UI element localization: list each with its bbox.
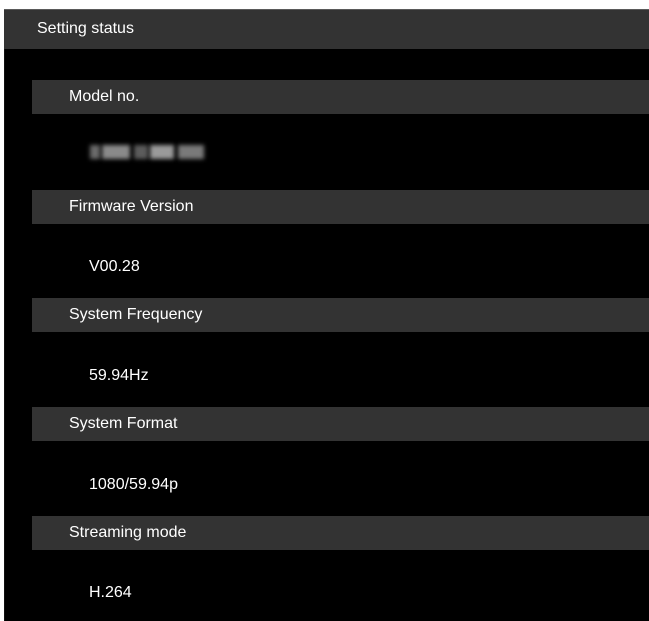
section-streaming-mode: Streaming mode [32, 516, 649, 550]
panel-title: Setting status [37, 20, 134, 37]
section-firmware-version: Firmware Version [32, 190, 649, 224]
firmware-version-value: V00.28 [89, 258, 140, 275]
section-system-format: System Format [32, 407, 649, 441]
top-divider [0, 0, 649, 5]
section-label-firmware-version: Firmware Version [69, 198, 194, 215]
section-label-streaming-mode: Streaming mode [69, 524, 187, 541]
section-system-frequency: System Frequency [32, 298, 649, 332]
system-format-value: 1080/59.94p [89, 476, 178, 493]
section-model-no: Model no. [32, 80, 649, 114]
panel-header: Setting status [4, 9, 649, 49]
section-label-model-no: Model no. [69, 88, 140, 105]
section-label-system-format: System Format [69, 415, 178, 432]
streaming-mode-value: H.264 [89, 584, 132, 601]
model-no-value-redacted [90, 145, 206, 159]
section-label-system-frequency: System Frequency [69, 306, 203, 323]
system-frequency-value: 59.94Hz [89, 367, 149, 384]
